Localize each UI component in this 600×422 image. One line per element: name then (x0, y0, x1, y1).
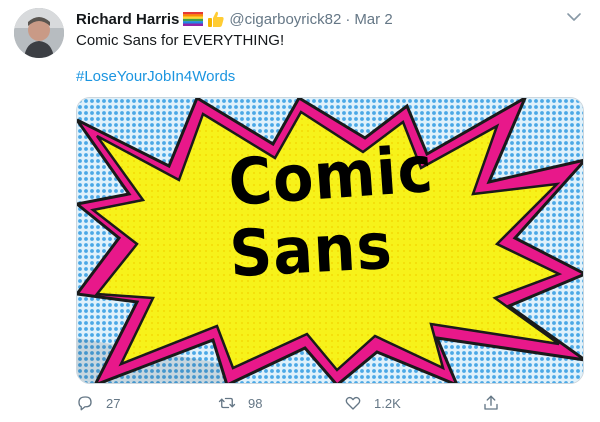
retweet-count: 98 (248, 395, 263, 411)
tweet-header: Richard Harris @cigarboyrick82 · Mar 2 (76, 9, 393, 29)
retweet-icon (218, 397, 236, 409)
tweet-actions: 27 98 1.2K (76, 394, 576, 414)
like-icon (345, 396, 361, 410)
tweet-date[interactable]: Mar 2 (354, 11, 392, 28)
reply-icon (78, 396, 92, 411)
tweet-media[interactable]: Comic Sans (76, 97, 584, 384)
like-button[interactable]: 1.2K (344, 394, 401, 412)
reply-button[interactable]: 27 (76, 394, 120, 412)
rainbow-flag-icon (183, 12, 204, 26)
retweet-button[interactable]: 98 (218, 394, 262, 412)
avatar-image (14, 8, 64, 58)
display-name[interactable]: Richard Harris (76, 11, 179, 28)
like-count: 1.2K (374, 395, 401, 411)
tweet-text: Comic Sans for EVERYTHING! (76, 32, 285, 49)
chevron-down-icon[interactable] (565, 10, 583, 24)
user-handle[interactable]: @cigarboyrick82 (229, 11, 341, 28)
hashtag-link[interactable]: #LoseYourJobIn4Words (76, 67, 235, 87)
thumbs-up-icon (207, 10, 225, 28)
share-icon (484, 395, 498, 410)
tweet[interactable]: Richard Harris @cigarboyrick82 · Mar 2 C… (0, 0, 600, 422)
separator-dot: · (345, 10, 351, 28)
reply-count: 27 (106, 395, 121, 411)
share-button[interactable] (482, 394, 512, 412)
avatar[interactable] (14, 8, 64, 58)
